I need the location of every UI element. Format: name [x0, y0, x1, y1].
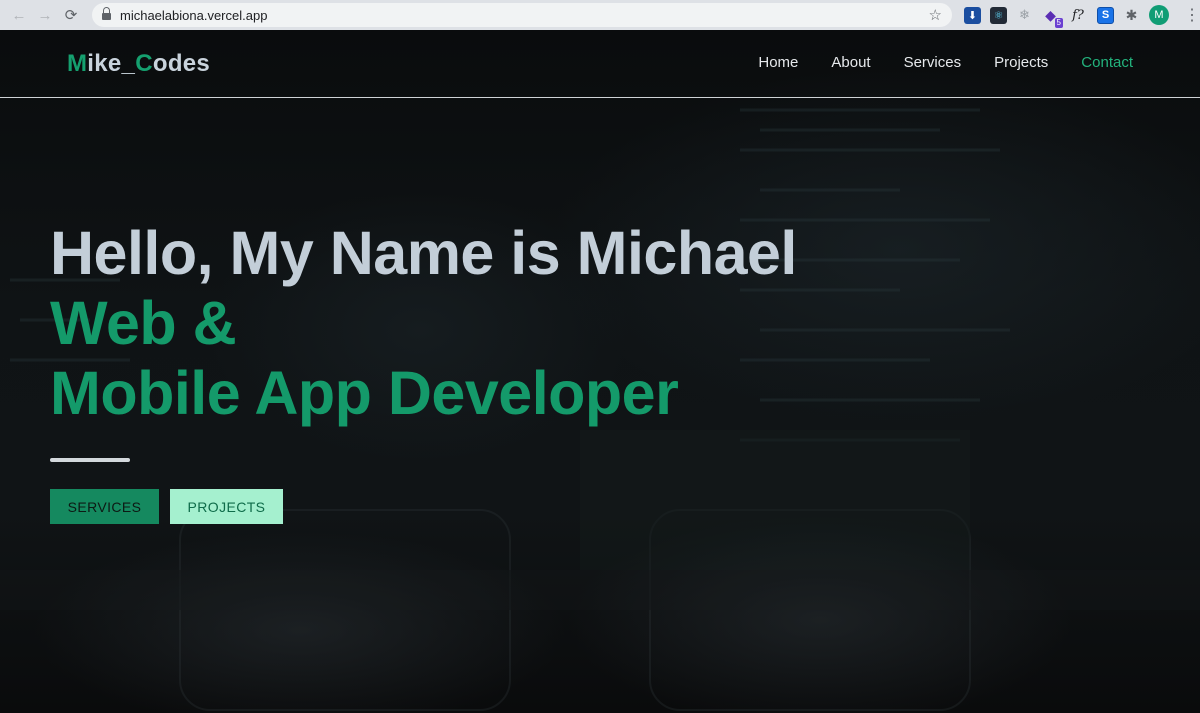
address-bar[interactable]: michaelabiona.vercel.app ☆: [92, 3, 952, 27]
page-viewport: Mike_Codes Home About Services Projects …: [0, 30, 1200, 713]
hero-role-line-2: Mobile App Developer: [50, 359, 679, 427]
logo-initial-c: C: [135, 50, 153, 77]
hero-greeting: Hello, My Name is Michael: [50, 219, 797, 287]
nav-services[interactable]: Services: [904, 54, 962, 71]
logo-text-ike: ike_: [87, 50, 136, 77]
main-nav: Home About Services Projects Contact: [758, 54, 1133, 71]
site-logo[interactable]: Mike_Codes: [67, 50, 210, 78]
nav-contact[interactable]: Contact: [1081, 54, 1133, 71]
services-button[interactable]: SERVICES: [50, 489, 159, 524]
hero-buttons: SERVICES PROJECTS: [50, 489, 283, 524]
stack-extension-icon[interactable]: ◆ 5: [1042, 7, 1063, 28]
extension-badge: 5: [1054, 17, 1063, 28]
reload-icon[interactable]: ⟳: [60, 4, 82, 26]
nav-about[interactable]: About: [831, 54, 870, 71]
nav-projects[interactable]: Projects: [994, 54, 1048, 71]
browser-toolbar: ← → ⟳ michaelabiona.vercel.app ☆ ⬇ ⚛ ❄ ◆…: [0, 0, 1200, 30]
extensions-area: ⬇ ⚛ ❄ ◆ 5 f? S ✱ M ⋮: [964, 5, 1200, 28]
snowflake-extension-icon[interactable]: ❄: [1016, 7, 1033, 24]
react-devtools-icon[interactable]: ⚛: [990, 6, 1007, 24]
logo-initial-m: M: [67, 50, 88, 77]
kebab-menu-icon[interactable]: ⋮: [1184, 5, 1200, 25]
logo-text-odes: odes: [152, 50, 211, 77]
formula-extension-icon[interactable]: f?: [1068, 7, 1088, 24]
hero-heading: Hello, My Name is Michael Web & Mobile A…: [50, 218, 797, 428]
back-arrow-icon[interactable]: ←: [8, 4, 30, 26]
forward-arrow-icon[interactable]: →: [34, 4, 56, 26]
nav-home[interactable]: Home: [758, 54, 798, 71]
bookmark-star-icon[interactable]: ☆: [929, 6, 942, 24]
download-extension-icon[interactable]: ⬇: [964, 6, 981, 24]
site-header: Mike_Codes Home About Services Projects …: [0, 30, 1200, 98]
projects-button[interactable]: PROJECTS: [170, 489, 283, 524]
hero-divider: [50, 458, 130, 462]
hero-role-line-1: Web &: [50, 289, 237, 357]
url-text[interactable]: michaelabiona.vercel.app: [120, 8, 929, 23]
s-extension-icon[interactable]: S: [1097, 6, 1114, 24]
lock-icon: [102, 7, 111, 20]
puzzle-extensions-icon[interactable]: ✱: [1123, 7, 1140, 24]
profile-avatar[interactable]: M: [1149, 5, 1169, 25]
